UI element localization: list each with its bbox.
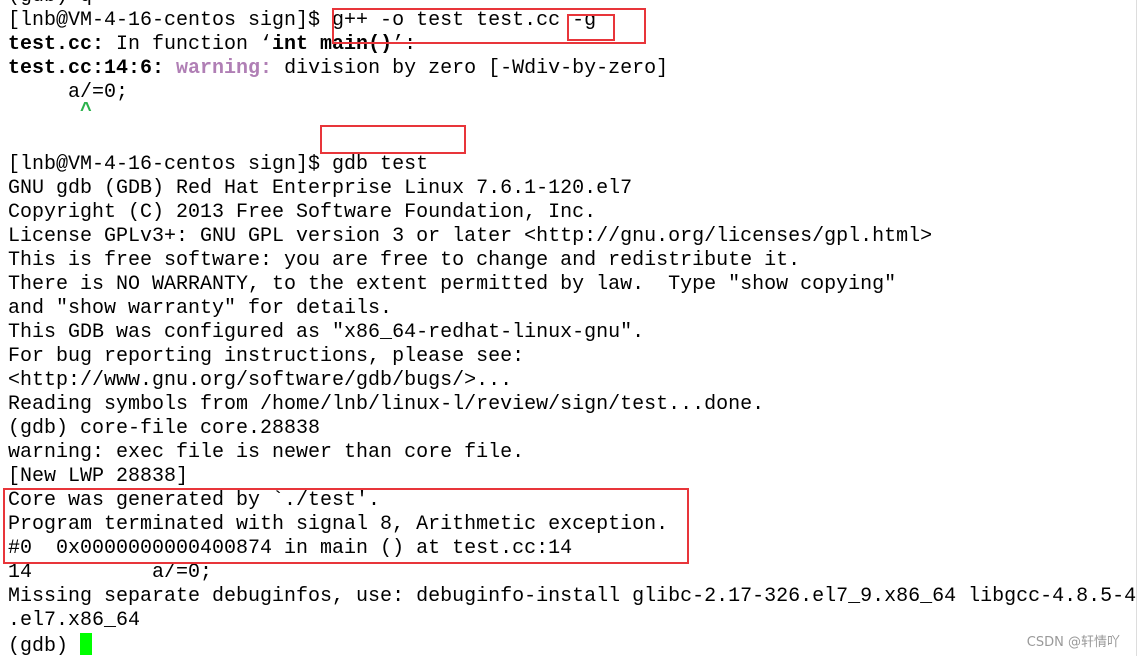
warning-location: test.cc:14:6: bbox=[8, 57, 165, 80]
terminal-line: This GDB was configured as "x86_64-redha… bbox=[8, 321, 645, 344]
terminal-line: <http://www.gnu.org/software/gdb/bugs/>.… bbox=[8, 369, 513, 392]
highlight-box-gdb-command bbox=[320, 125, 466, 154]
terminal-line-gdb-command: [lnb@VM-4-16-centos sign]$ gdb test bbox=[8, 153, 429, 176]
terminal-line: Reading symbols from /home/lnb/linux-l/r… bbox=[8, 393, 765, 416]
diag-text: In function ‘ bbox=[104, 33, 273, 56]
terminal-line: and "show warranty" for details. bbox=[8, 297, 393, 320]
gdb-prompt: (gdb) bbox=[8, 635, 81, 658]
terminal-line: License GPLv3+: GNU GPL version 3 or lat… bbox=[8, 225, 933, 248]
terminal-line: Missing separate debuginfos, use: debugi… bbox=[8, 585, 1137, 608]
terminal-line: a/=0; bbox=[8, 81, 129, 104]
warning-text: division by zero [-Wdiv-by-zero] bbox=[272, 57, 669, 80]
terminal-line: GNU gdb (GDB) Red Hat Enterprise Linux 7… bbox=[8, 177, 633, 200]
terminal-line-source: 14 a/=0; bbox=[8, 561, 213, 584]
highlight-box-crash-info bbox=[3, 488, 689, 564]
gdb-prompt-line[interactable]: (gdb) bbox=[8, 633, 1137, 658]
terminal-line: .el7.x86_64 bbox=[8, 609, 141, 632]
terminal-line: Copyright (C) 2013 Free Software Foundat… bbox=[8, 201, 597, 224]
highlight-box-g-flag bbox=[567, 14, 615, 41]
terminal-line: (gdb) core-file core.28838 bbox=[8, 417, 321, 440]
diag-file: test.cc: bbox=[8, 33, 105, 56]
terminal-line-caret: ^ bbox=[8, 100, 93, 123]
terminal-line: For bug reporting instructions, please s… bbox=[8, 345, 525, 368]
terminal-line-warning: test.cc:14:6: warning: division by zero … bbox=[8, 57, 1137, 81]
terminal-line: warning: exec file is newer than core fi… bbox=[8, 441, 525, 464]
warning-label: warning: bbox=[176, 57, 273, 80]
terminal-cursor bbox=[80, 633, 93, 655]
watermark: CSDN @轩情吖 bbox=[1026, 635, 1120, 650]
terminal-line: [New LWP 28838] bbox=[8, 465, 189, 488]
terminal-line: There is NO WARRANTY, to the extent perm… bbox=[8, 273, 897, 296]
terminal-line: This is free software: you are free to c… bbox=[8, 249, 801, 272]
